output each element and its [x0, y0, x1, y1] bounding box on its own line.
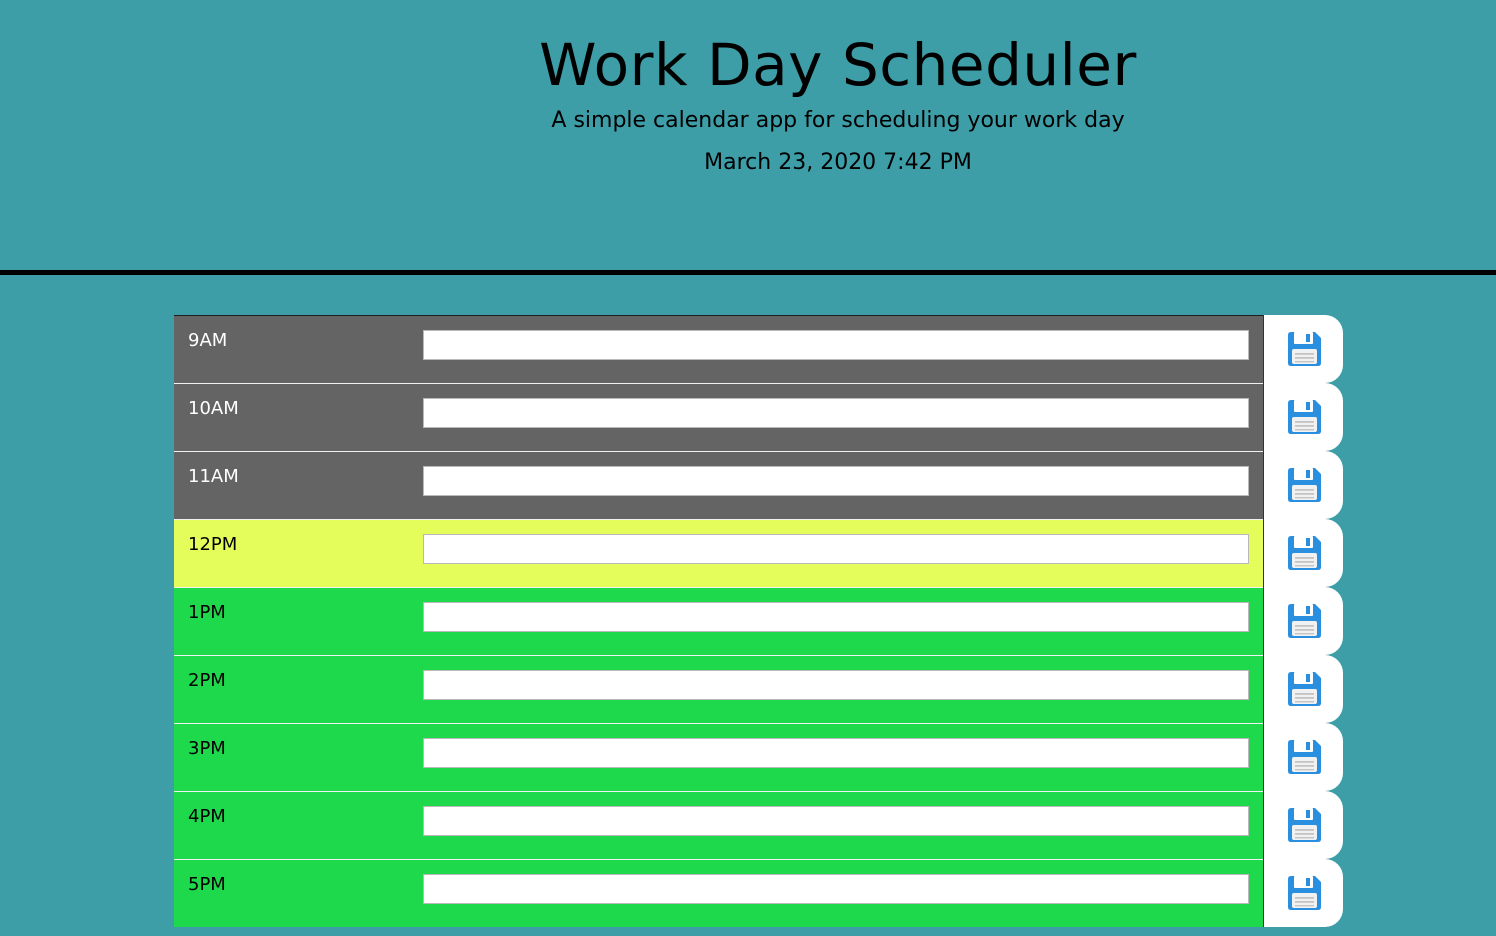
- hour-label: 3PM: [188, 738, 226, 759]
- timeblock-row: 12PM: [174, 519, 1344, 587]
- event-input[interactable]: [423, 738, 1249, 768]
- timeblock-past: 11AM: [174, 451, 1263, 519]
- floppy-disk-icon: [1287, 604, 1321, 638]
- event-input[interactable]: [423, 602, 1249, 632]
- save-button[interactable]: [1263, 451, 1343, 519]
- floppy-disk-icon: [1287, 740, 1321, 774]
- page-title: Work Day Scheduler: [539, 31, 1137, 99]
- save-button[interactable]: [1263, 519, 1343, 587]
- timeblock-future: 4PM: [174, 791, 1263, 859]
- floppy-disk-icon: [1287, 808, 1321, 842]
- save-button[interactable]: [1263, 791, 1343, 859]
- jumbotron-header: Work Day Scheduler A simple calendar app…: [0, 0, 1496, 275]
- current-datetime: March 23, 2020 7:42 PM: [704, 150, 972, 175]
- timeblock-row: 11AM: [174, 451, 1344, 519]
- timeblock-row: 2PM: [174, 655, 1344, 723]
- event-input[interactable]: [423, 466, 1249, 496]
- hour-label: 5PM: [188, 874, 226, 895]
- timeblock-future: 5PM: [174, 859, 1263, 927]
- timeblock-past: 10AM: [174, 383, 1263, 451]
- timeblock-row: 1PM: [174, 587, 1344, 655]
- hour-label: 4PM: [188, 806, 226, 827]
- timeblock-row: 5PM: [174, 859, 1344, 927]
- save-button[interactable]: [1263, 315, 1343, 383]
- hour-label: 1PM: [188, 602, 226, 623]
- timeblock-present: 12PM: [174, 519, 1263, 587]
- event-input[interactable]: [423, 806, 1249, 836]
- save-button[interactable]: [1263, 383, 1343, 451]
- floppy-disk-icon: [1287, 400, 1321, 434]
- hour-label: 2PM: [188, 670, 226, 691]
- floppy-disk-icon: [1287, 468, 1321, 502]
- timeblock-future: 3PM: [174, 723, 1263, 791]
- timeblock-row: 3PM: [174, 723, 1344, 791]
- save-button[interactable]: [1263, 655, 1343, 723]
- floppy-disk-icon: [1287, 332, 1321, 366]
- hour-label: 11AM: [188, 466, 239, 487]
- floppy-disk-icon: [1287, 876, 1321, 910]
- save-button[interactable]: [1263, 723, 1343, 791]
- timeblock-row: 10AM: [174, 383, 1344, 451]
- event-input[interactable]: [423, 670, 1249, 700]
- hour-label: 12PM: [188, 534, 238, 555]
- save-button[interactable]: [1263, 587, 1343, 655]
- hour-label: 9AM: [188, 330, 228, 351]
- event-input[interactable]: [423, 398, 1249, 428]
- timeblock-row: 4PM: [174, 791, 1344, 859]
- hour-label: 10AM: [188, 398, 239, 419]
- timeblock-future: 1PM: [174, 587, 1263, 655]
- timeblock-list: 9AM 10AM 11AM 12PM 1PM 2PM 3PM 4PM 5PM: [174, 315, 1344, 927]
- save-button[interactable]: [1263, 859, 1343, 927]
- floppy-disk-icon: [1287, 536, 1321, 570]
- timeblock-future: 2PM: [174, 655, 1263, 723]
- event-input[interactable]: [423, 534, 1249, 564]
- floppy-disk-icon: [1287, 672, 1321, 706]
- timeblock-row: 9AM: [174, 315, 1344, 383]
- timeblock-past: 9AM: [174, 315, 1263, 383]
- page-subtitle: A simple calendar app for scheduling you…: [551, 108, 1125, 133]
- event-input[interactable]: [423, 330, 1249, 360]
- event-input[interactable]: [423, 874, 1249, 904]
